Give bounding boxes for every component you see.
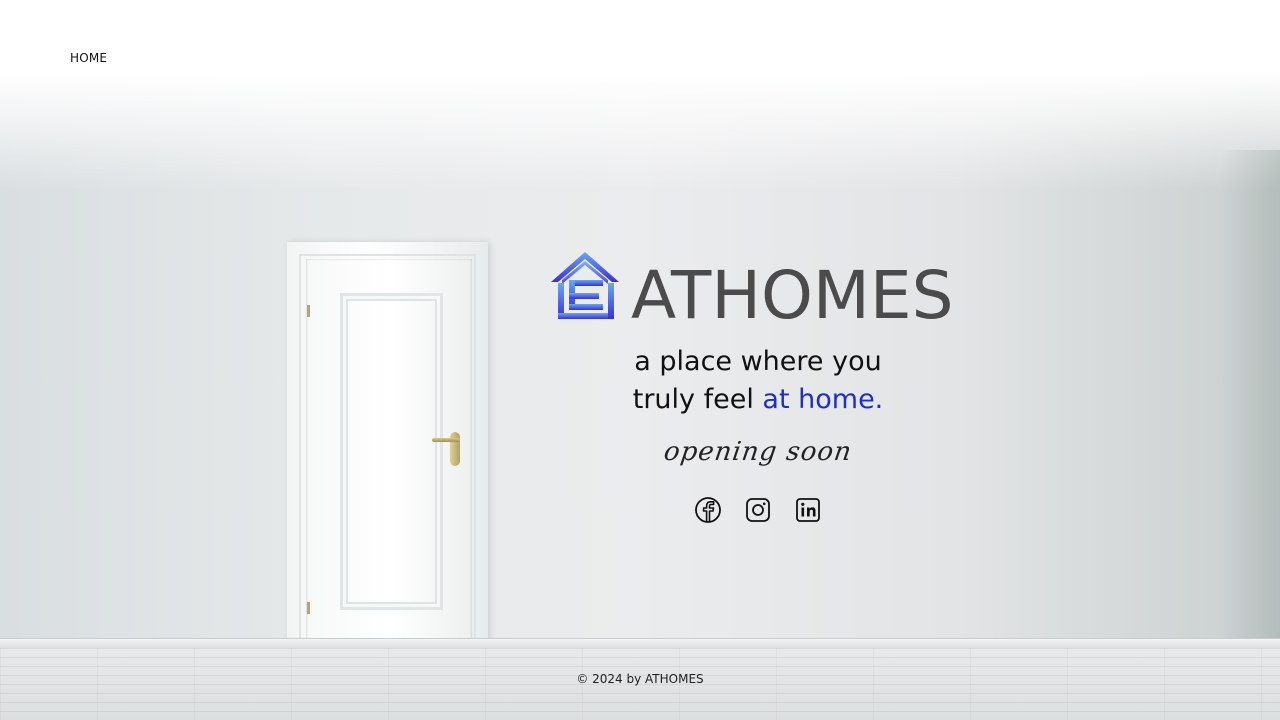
linkedin-icon[interactable] xyxy=(794,496,822,524)
facebook-icon[interactable] xyxy=(694,496,722,524)
door-handle xyxy=(432,438,460,442)
opening-status: opening soon xyxy=(661,437,854,467)
tagline: a place where you truly feel at home. xyxy=(558,343,958,419)
door-hinge-top xyxy=(307,305,310,317)
tagline-prefix: truly feel xyxy=(632,384,763,415)
tagline-accent: at home. xyxy=(762,384,884,415)
tagline-line-2: truly feel at home. xyxy=(558,381,958,419)
door-hinge-bottom xyxy=(307,602,310,614)
footer-copyright: © 2024 by ATHOMES xyxy=(576,672,704,686)
instagram-icon[interactable] xyxy=(744,496,772,524)
house-e-logo-icon xyxy=(551,252,619,319)
nav-home-link[interactable]: HOME xyxy=(70,51,107,65)
brand-name: ATHOMES xyxy=(631,257,954,334)
door-panel xyxy=(340,293,443,610)
landing-page: HOME ATHOMES a place where you truly fee… xyxy=(0,0,1280,720)
header-background xyxy=(0,0,1280,190)
tagline-line-1: a place where you xyxy=(634,346,882,377)
wall-shadow xyxy=(1220,150,1280,650)
